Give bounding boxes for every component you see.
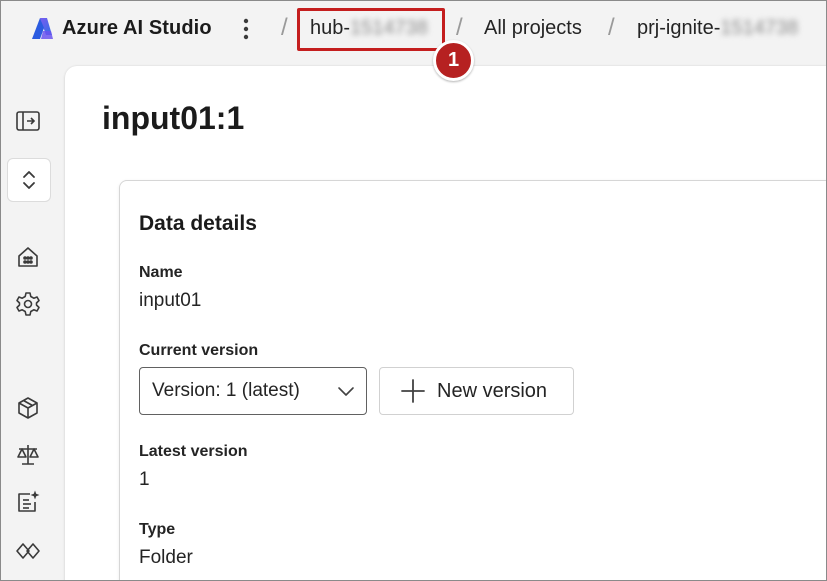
model-catalog-icon[interactable] bbox=[14, 394, 42, 422]
breadcrumb-separator: / bbox=[608, 14, 615, 41]
new-version-button[interactable]: New version bbox=[379, 367, 574, 415]
breadcrumb-project[interactable]: prj-ignite-1514738 bbox=[637, 17, 798, 40]
current-version-label: Current version bbox=[139, 342, 259, 359]
data-details-card: Data details Name input01 Current versio… bbox=[119, 180, 827, 581]
more-options-icon[interactable] bbox=[232, 14, 260, 44]
project-switcher-icon[interactable] bbox=[7, 158, 51, 202]
step-number-badge: 1 bbox=[433, 40, 474, 81]
latest-version-label: Latest version bbox=[139, 443, 248, 460]
type-value: Folder bbox=[139, 547, 193, 568]
version-select[interactable]: Version: 1 (latest) bbox=[139, 367, 367, 415]
card-title: Data details bbox=[139, 212, 257, 235]
prompt-flow-icon[interactable] bbox=[14, 488, 42, 516]
connections-icon[interactable] bbox=[14, 537, 42, 565]
redacted-text: 1514738 bbox=[720, 17, 799, 39]
app-title[interactable]: Azure AI Studio bbox=[62, 17, 212, 40]
page-title: input01:1 bbox=[102, 100, 245, 136]
new-version-label: New version bbox=[437, 379, 548, 402]
type-label: Type bbox=[139, 521, 176, 538]
chevron-down-icon bbox=[338, 387, 354, 396]
annotation-highlight-box bbox=[297, 8, 445, 51]
main-panel: input01:1 Data details Name input01 Curr… bbox=[65, 66, 827, 581]
plus-icon bbox=[401, 379, 425, 403]
expand-sidebar-icon[interactable] bbox=[14, 107, 42, 135]
breadcrumb-project-prefix: prj-ignite- bbox=[637, 17, 721, 39]
settings-icon[interactable] bbox=[14, 290, 42, 318]
breadcrumb-separator: / bbox=[281, 14, 288, 41]
name-value: input01 bbox=[139, 290, 202, 311]
evaluation-icon[interactable] bbox=[14, 441, 42, 469]
breadcrumb-separator: / bbox=[456, 14, 463, 41]
name-label: Name bbox=[139, 264, 183, 281]
breadcrumb-all-projects[interactable]: All projects bbox=[484, 17, 582, 40]
azure-ai-studio-logo-icon[interactable] bbox=[31, 17, 53, 41]
latest-version-value: 1 bbox=[139, 469, 150, 490]
version-select-value: Version: 1 (latest) bbox=[152, 380, 300, 401]
home-icon[interactable] bbox=[14, 243, 42, 271]
